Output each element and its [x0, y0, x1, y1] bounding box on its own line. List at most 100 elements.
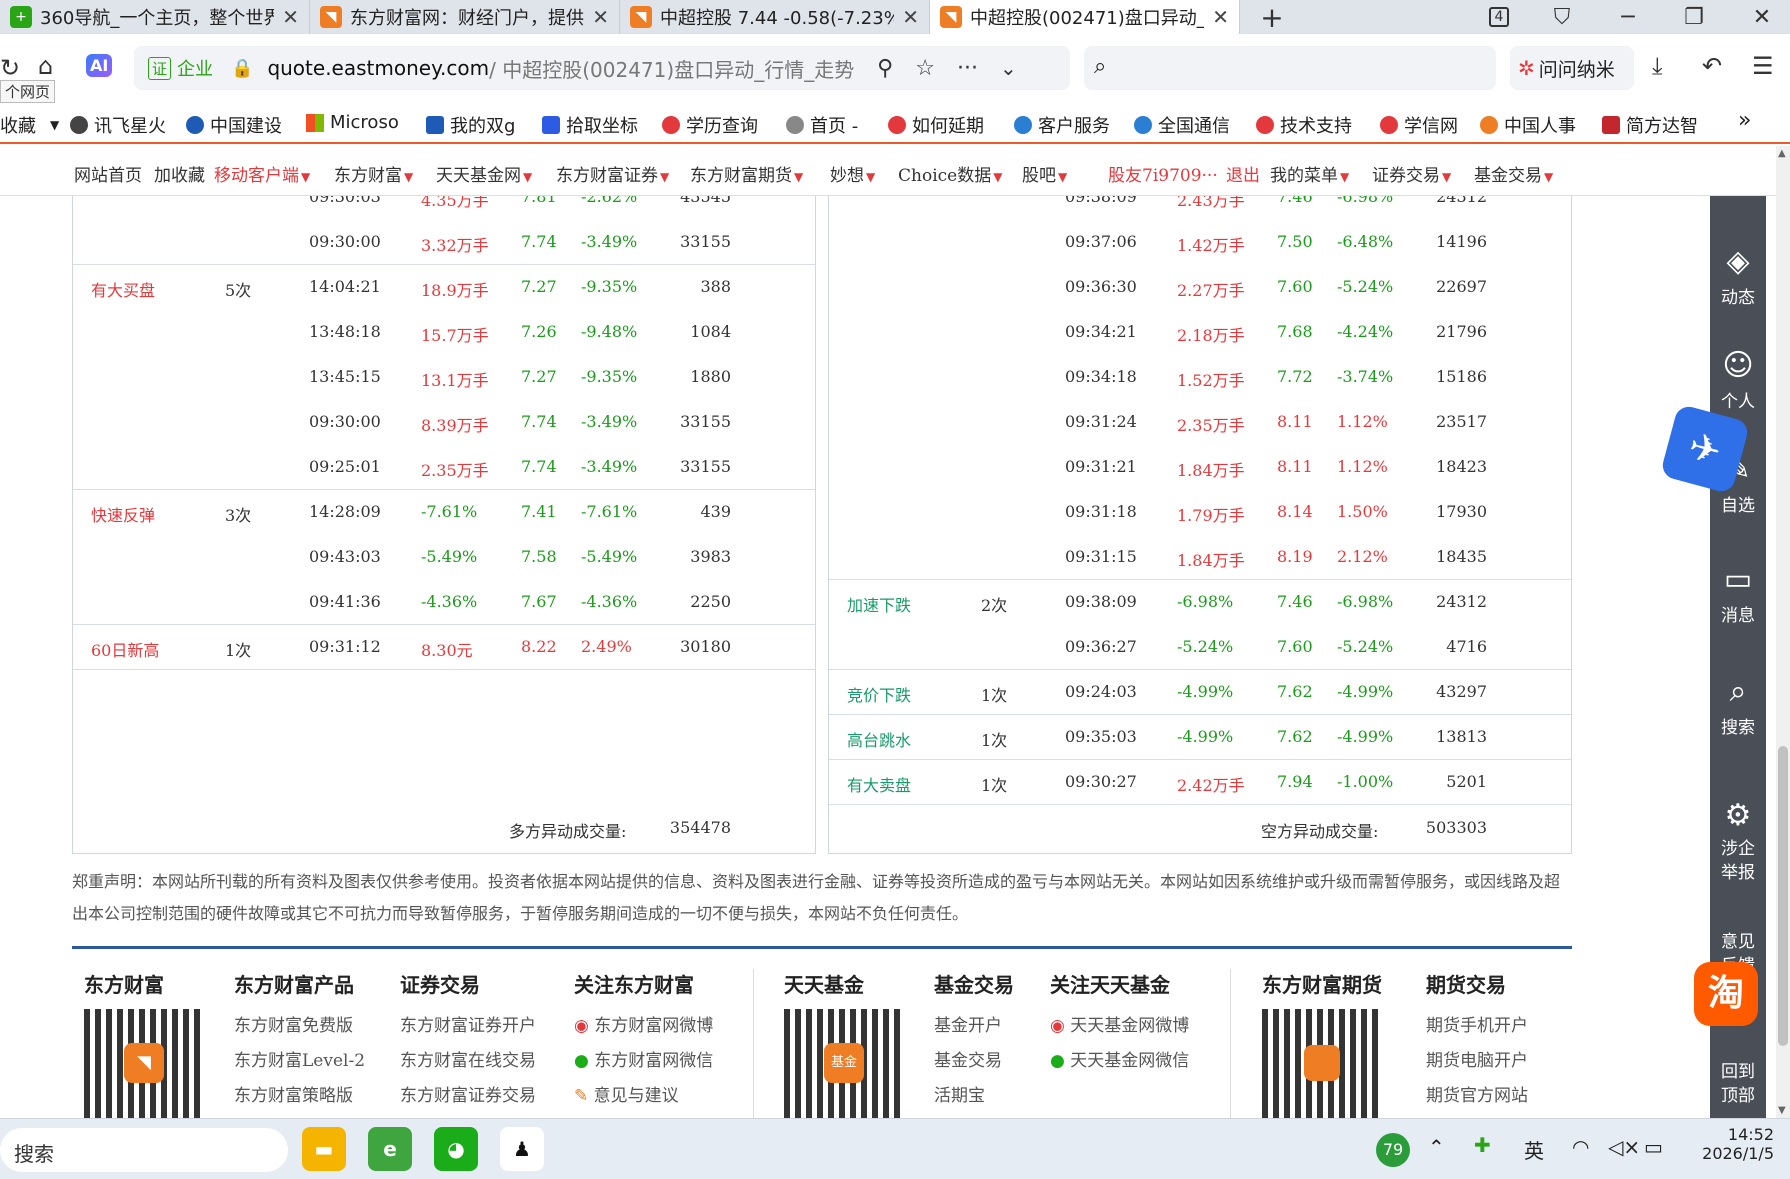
nav-logout[interactable]: 退出 [1226, 161, 1260, 186]
footer-link-feedback[interactable]: ✎ 意见与建议 [574, 1081, 679, 1106]
sidebar-item-back-to-top[interactable]: 回到顶部 [1710, 1060, 1766, 1108]
footer-link[interactable]: 东方财富证券交易 [400, 1081, 536, 1106]
close-icon[interactable]: ✕ [282, 5, 299, 29]
anomaly-type[interactable]: 有大卖盘 [847, 772, 911, 796]
close-icon[interactable]: ✕ [592, 5, 609, 29]
wifi-icon[interactable]: ◠ [1572, 1135, 1589, 1159]
anomaly-type[interactable]: 加速下跌 [847, 592, 911, 616]
footer-link[interactable]: 基金开户 [934, 1011, 1002, 1036]
more-icon[interactable]: ··· [957, 56, 978, 81]
clock[interactable]: 14:52 2026/1/5 [1690, 1125, 1774, 1163]
tab-360nav[interactable]: + 360导航_一个主页，整个世界 ✕ [0, 0, 310, 34]
footer-link[interactable]: 东方财富策略版 [234, 1081, 353, 1106]
close-window-button[interactable]: ✕ [1740, 0, 1784, 34]
bookmark-education[interactable]: 学历查询 [662, 112, 758, 138]
footer-link[interactable]: 期货电脑开户 [1426, 1046, 1528, 1071]
anomaly-type[interactable]: 高台跳水 [847, 727, 911, 751]
scroll-down-icon[interactable]: ▼ [1778, 1105, 1786, 1116]
menu-icon[interactable]: ☰ [1752, 52, 1774, 80]
bookmark-microsoft[interactable]: Microso [306, 112, 399, 133]
nav-tiantian[interactable]: 天天基金网 ▼ [436, 161, 532, 186]
new-tab-button[interactable]: + [1252, 0, 1292, 34]
bookmark-hr[interactable]: 中国人事 [1480, 112, 1576, 138]
bookmark-ccb[interactable]: 中国建设 [186, 112, 282, 138]
volume-icon[interactable]: ◁× [1608, 1135, 1640, 1159]
tab-active[interactable]: ◥ 中超控股(002471)盘口异动_行 ✕ [930, 0, 1240, 34]
scrollbar[interactable]: ▲ ▼ [1776, 146, 1790, 1118]
footer-link-wechat[interactable]: ● 天天基金网微信 [1050, 1046, 1189, 1071]
nav-fund-trade[interactable]: 基金交易 ▼ [1474, 161, 1553, 186]
close-icon[interactable]: ✕ [1212, 5, 1229, 29]
nav-securities[interactable]: 东方财富证券 ▼ [556, 161, 669, 186]
restore-button[interactable]: ❐ [1672, 0, 1716, 34]
lightbulb-icon[interactable]: ⚲ [877, 56, 893, 81]
reload-icon[interactable]: ↻ [0, 54, 20, 82]
browser-icon[interactable]: e [368, 1127, 412, 1171]
footer-link[interactable]: 东方财富免费版 [234, 1011, 353, 1036]
tab-count-button[interactable]: 4 [1484, 0, 1514, 34]
nav-choice[interactable]: Choice数据 ▼ [898, 161, 1002, 186]
minimize-button[interactable]: ─ [1606, 0, 1650, 34]
footer-link[interactable]: 活期宝 [934, 1081, 985, 1106]
footer-link-weibo[interactable]: ◉ 东方财富网微博 [574, 1011, 713, 1036]
nav-stock-trade[interactable]: 证券交易 ▼ [1372, 161, 1451, 186]
taobao-icon[interactable]: 淘 [1694, 962, 1758, 1026]
360-icon[interactable]: ✚ [1474, 1133, 1491, 1157]
bookmark-tech[interactable]: 技术支持 [1256, 112, 1352, 138]
anomaly-type[interactable]: 60日新高 [91, 637, 159, 661]
search-input[interactable]: ⌕ [1084, 46, 1496, 90]
undo-icon[interactable]: ↶ [1702, 52, 1722, 80]
nav-my-menu[interactable]: 我的菜单 ▼ [1270, 161, 1349, 186]
nav-home[interactable]: 网站首页 [74, 161, 142, 186]
bookmark-telecom[interactable]: 全国通信 [1134, 112, 1230, 138]
star-icon[interactable]: ☆ [915, 56, 935, 81]
anomaly-type[interactable]: 有大买盘 [91, 277, 155, 301]
bookmark-service[interactable]: 客户服务 [1014, 112, 1110, 138]
sidebar-item-search[interactable]: ⌕ 搜索 [1710, 674, 1766, 738]
qq-icon[interactable]: ♟ [500, 1127, 544, 1171]
nav-bookmark[interactable]: 加收藏 [154, 161, 205, 186]
profile-button[interactable]: ✲ 问问纳米 [1510, 46, 1634, 90]
battery-icon[interactable]: ▭ [1644, 1135, 1663, 1159]
sidebar-item-report[interactable]: ⚙ 涉企举报 [1710, 798, 1766, 885]
nav-eastmoney[interactable]: 东方财富 ▼ [334, 161, 413, 186]
nav-futures[interactable]: 东方财富期货 ▼ [690, 161, 803, 186]
footer-link[interactable]: 期货官方网站 [1426, 1081, 1528, 1106]
footer-link[interactable]: 东方财富在线交易 [400, 1046, 536, 1071]
home-icon[interactable]: ⌂ [38, 52, 53, 80]
footer-link-wechat[interactable]: ● 东方财富网微信 [574, 1046, 713, 1071]
chevron-up-icon[interactable]: ⌃ [1428, 1135, 1445, 1159]
bookmark-home[interactable]: 首页 - [786, 112, 858, 138]
tab-quote[interactable]: ◥ 中超控股 7.44 -0.58(-7.23%) ✕ [620, 0, 930, 34]
bookmark-favorites[interactable]: 收藏 ▼ [0, 112, 59, 138]
anomaly-type[interactable]: 竞价下跌 [847, 682, 911, 706]
bookmark-jianfang[interactable]: 简方达智 [1602, 112, 1698, 138]
nav-username[interactable]: 股友7i9709··· [1108, 161, 1218, 186]
file-explorer-icon[interactable]: ▬ [302, 1127, 346, 1171]
sidebar-item-dynamic[interactable]: ◈ 动态 [1710, 244, 1766, 308]
footer-link-weibo[interactable]: ◉ 天天基金网微博 [1050, 1011, 1189, 1036]
footer-link[interactable]: 东方财富证券开户 [400, 1011, 536, 1036]
shirt-icon[interactable]: ⛉ [1540, 0, 1584, 34]
footer-link[interactable]: 东方财富Level-2 [234, 1046, 365, 1071]
sidebar-item-messages[interactable]: ▭ 消息 [1710, 562, 1766, 626]
bookmark-extend[interactable]: 如何延期 [888, 112, 984, 138]
tab-eastmoney[interactable]: ◥ 东方财富网：财经门户，提供专业 ✕ [310, 0, 620, 34]
scroll-up-icon[interactable]: ▲ [1778, 148, 1786, 159]
footer-link[interactable]: 期货手机开户 [1426, 1011, 1528, 1036]
bookmark-chsi[interactable]: 学信网 [1380, 112, 1458, 138]
nav-mobile[interactable]: 移动客户端 ▼ [214, 161, 310, 186]
ai-icon[interactable]: AI [86, 54, 113, 77]
nav-miaoxiang[interactable]: 妙想 ▼ [830, 161, 875, 186]
anomaly-type[interactable]: 快速反弹 [91, 502, 155, 526]
url-field[interactable]: 证 企业 🔒 quote.eastmoney.com / 中超控股(002471… [134, 46, 1070, 90]
download-icon[interactable]: ⤓ [1652, 52, 1663, 80]
taskbar-search[interactable]: 搜索 [0, 1128, 288, 1172]
nav-guba[interactable]: 股吧 ▼ [1022, 161, 1067, 186]
scroll-thumb[interactable] [1778, 746, 1788, 1046]
wechat-icon[interactable]: ◕ [434, 1127, 478, 1171]
ime-indicator[interactable]: 英 [1524, 1135, 1544, 1164]
more-bookmarks-icon[interactable]: » [1738, 108, 1751, 133]
footer-link[interactable]: 基金交易 [934, 1046, 1002, 1071]
chevron-down-icon[interactable]: ⌄ [1000, 56, 1017, 80]
